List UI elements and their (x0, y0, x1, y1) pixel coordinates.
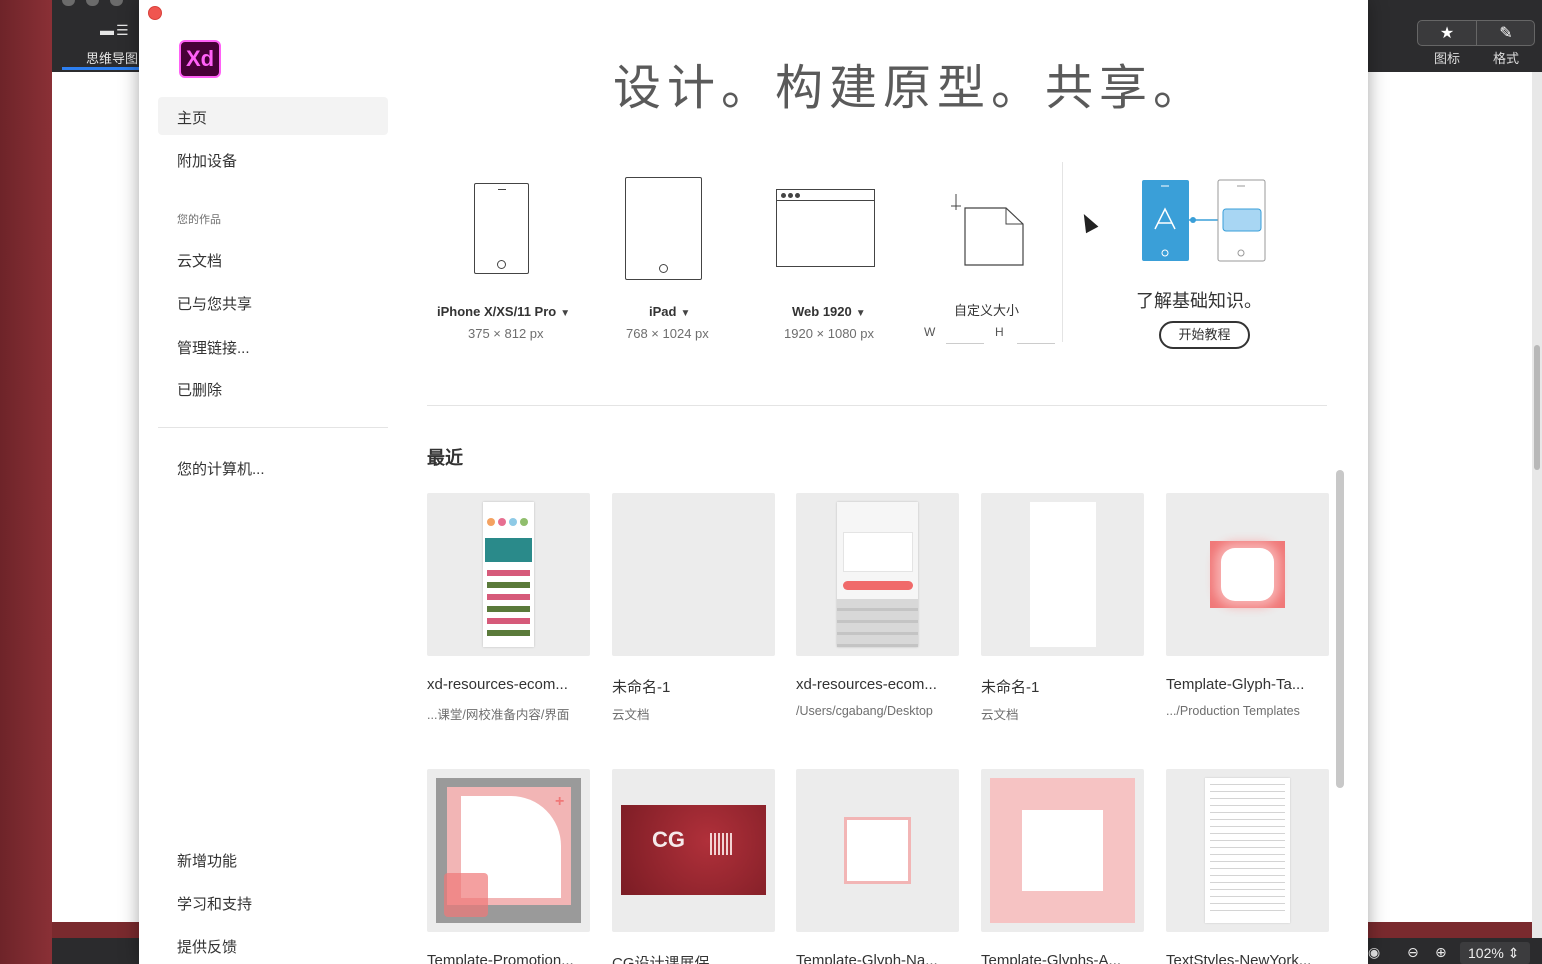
file-thumbnail (1166, 769, 1329, 932)
phone-outline-icon (474, 183, 529, 274)
custom-document-icon (951, 194, 1024, 266)
height-input[interactable] (1017, 343, 1055, 344)
nav-add-device[interactable]: 附加设备 (177, 150, 237, 171)
recent-heading: 最近 (427, 448, 463, 468)
host-toolbar-icons-label: 图标 (1433, 51, 1460, 66)
host-tab-mindmap[interactable]: ▬☰ 思维导图 (62, 18, 142, 70)
preset-iphone-name[interactable]: iPhone X/XS/11 Pro ▼ (437, 304, 570, 319)
width-input[interactable] (946, 343, 984, 344)
zoom-out-icon[interactable]: ⊖ (1407, 944, 1419, 961)
file-thumbnail (427, 493, 590, 656)
browser-outline-icon (776, 189, 875, 267)
file-thumbnail (612, 493, 775, 656)
file-title: Template-Glyph-Ta... (1166, 676, 1305, 693)
file-thumbnail (1166, 493, 1329, 656)
file-title: Template-Glyphs-A... (981, 952, 1122, 964)
desktop-background (0, 0, 52, 964)
preset-custom-name: 自定义大小 (954, 303, 1020, 318)
file-location: ...课堂/网校准备内容/界面 (427, 708, 570, 722)
xd-home-window: Xd 主页 附加设备 您的作品 云文档 已与您共享 管理链接... 已删除 您的… (139, 0, 1368, 964)
width-label: W (924, 325, 936, 339)
file-title: Template-Glyph-Na... (796, 952, 938, 964)
nav-home[interactable]: 主页 (177, 107, 207, 128)
nav-cloud-docs[interactable]: 云文档 (177, 250, 222, 271)
preset-ipad-size: 768 × 1024 px (626, 326, 709, 341)
file-title: TextStyles-NewYork... (1166, 952, 1312, 964)
close-icon[interactable] (148, 6, 162, 20)
host-scrollbar[interactable] (1534, 345, 1540, 470)
nav-learn-support[interactable]: 学习和支持 (177, 893, 252, 914)
xd-logo: Xd (179, 40, 221, 78)
preset-ipad-name[interactable]: iPad ▼ (649, 304, 690, 319)
file-title: 未命名-1 (981, 679, 1040, 696)
chevron-down-icon: ▼ (855, 308, 866, 319)
preset-web-size: 1920 × 1080 px (784, 326, 874, 341)
list-icon: ▬☰ (100, 22, 131, 38)
start-tutorial-button[interactable]: 开始教程 (1159, 321, 1250, 349)
file-location: 云文档 (612, 708, 650, 722)
host-scroll-track (1532, 72, 1542, 938)
file-title: CG设计课展保... (612, 955, 723, 964)
file-title: xd-resources-ecom... (796, 676, 937, 693)
file-thumbnail: + (427, 769, 590, 932)
file-thumbnail (981, 493, 1144, 656)
section-divider (427, 405, 1327, 406)
zoom-in-icon[interactable]: ⊕ (1435, 944, 1447, 961)
nav-your-computer[interactable]: 您的计算机... (177, 458, 265, 479)
file-thumbnail (796, 493, 959, 656)
learn-basics-title: 了解基础知识。 (1136, 291, 1262, 311)
brush-icon[interactable]: ✎ (1477, 23, 1535, 43)
eye-icon[interactable]: ◉ (1368, 944, 1380, 961)
mouse-pointer-icon (1077, 210, 1099, 234)
recent-scrollbar[interactable] (1336, 470, 1344, 788)
file-title: xd-resources-ecom... (427, 676, 568, 693)
height-label: H (995, 325, 1004, 339)
file-title: Template-Promotion... (427, 952, 574, 964)
nav-deleted[interactable]: 已删除 (177, 379, 222, 400)
tutorial-illustration-icon (1142, 179, 1266, 262)
tablet-outline-icon (625, 177, 702, 280)
nav-shared-with-you[interactable]: 已与您共享 (177, 293, 252, 314)
file-thumbnail: CG (612, 769, 775, 932)
file-thumbnail (796, 769, 959, 932)
nav-whats-new[interactable]: 新增功能 (177, 850, 237, 871)
nav-section-your-work: 您的作品 (177, 214, 221, 226)
file-location: /Users/cgabang/Desktop (796, 704, 933, 718)
tab-underline (62, 67, 142, 70)
vertical-divider (1062, 162, 1063, 342)
file-location: 云文档 (981, 708, 1019, 722)
nav-divider (158, 427, 388, 428)
nav-feedback[interactable]: 提供反馈 (177, 936, 237, 957)
chevron-down-icon: ▼ (680, 308, 691, 319)
file-thumbnail (981, 769, 1144, 932)
nav-manage-links[interactable]: 管理链接... (177, 337, 250, 358)
star-icon[interactable]: ★ (1418, 23, 1476, 43)
page-title: 设计。构建原型。共享。 (613, 62, 1208, 115)
host-toolbar-format-label: 格式 (1492, 51, 1519, 66)
preset-iphone-size: 375 × 812 px (468, 326, 544, 341)
preset-web-name[interactable]: Web 1920 ▼ (792, 304, 866, 319)
zoom-level[interactable]: 102% ⇕ (1460, 942, 1530, 964)
file-location: .../Production Templates (1166, 704, 1300, 718)
chevron-down-icon: ▼ (560, 308, 571, 319)
file-title: 未命名-1 (612, 679, 671, 696)
